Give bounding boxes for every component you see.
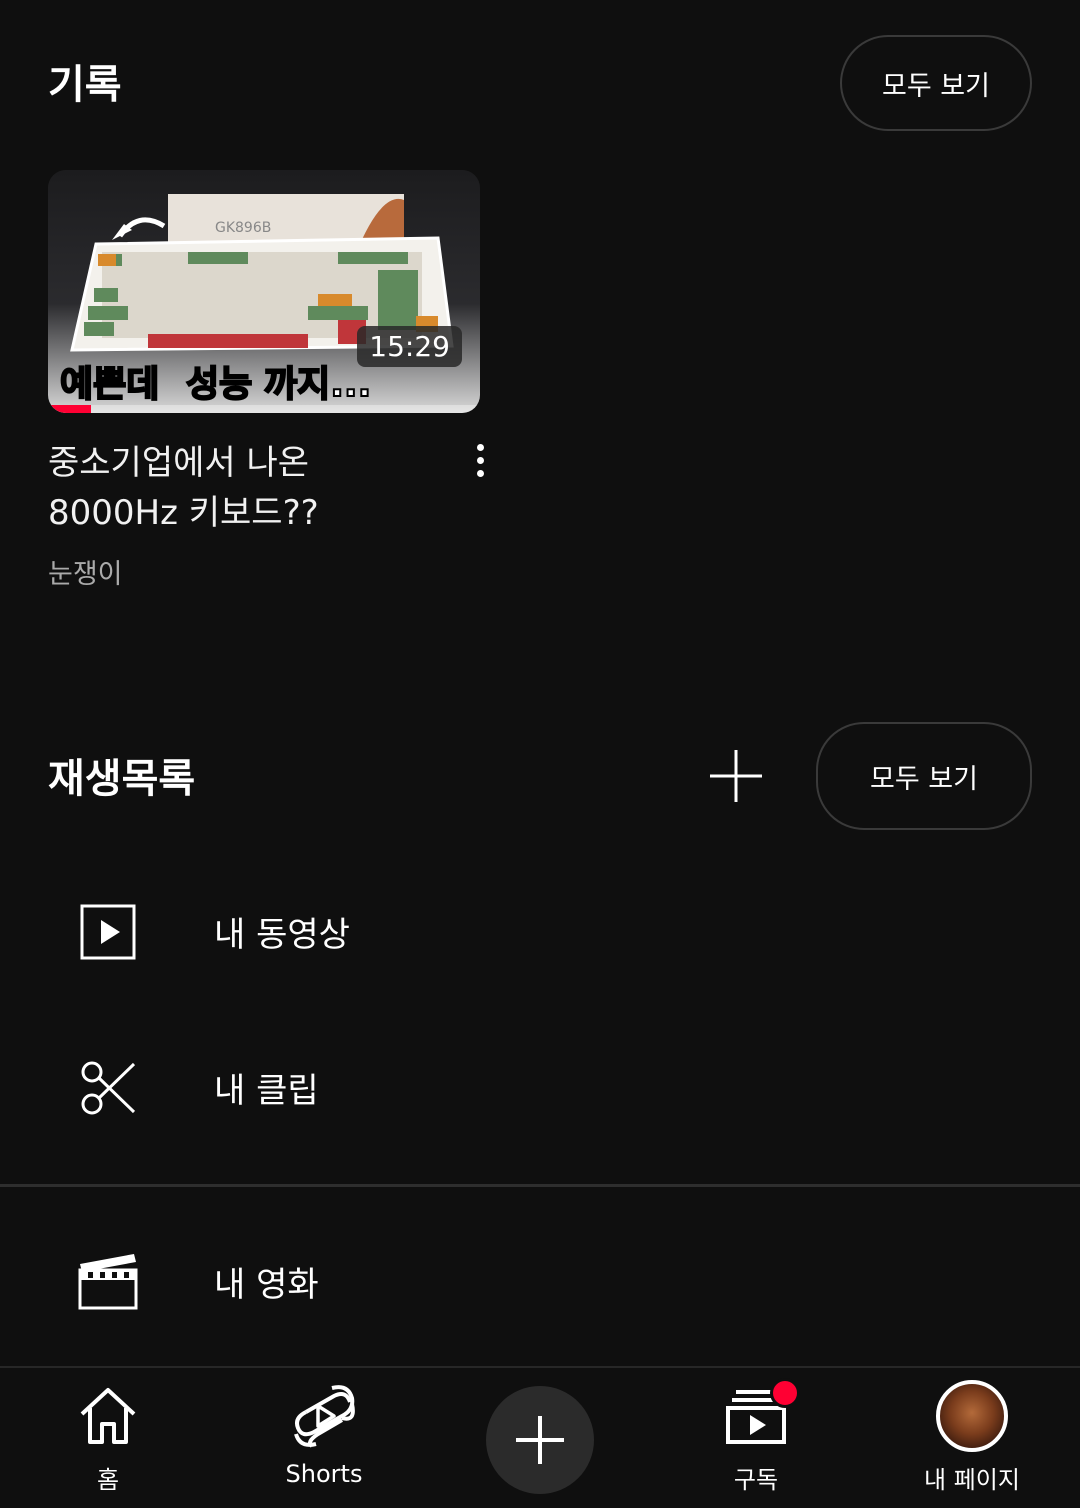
nav-subscriptions[interactable]: 구독 — [676, 1368, 836, 1508]
nav-subscriptions-label: 구독 — [733, 1466, 779, 1494]
notification-dot — [770, 1378, 800, 1408]
nav-shorts-label: Shorts — [285, 1460, 363, 1488]
nav-home-label: 홈 — [96, 1466, 120, 1494]
thumbnail-text-2: 성능 — [186, 364, 252, 405]
more-options-icon[interactable] — [464, 444, 496, 484]
nav-home[interactable]: 홈 — [28, 1368, 188, 1508]
clapperboard-icon — [78, 1252, 138, 1312]
shorts-icon — [290, 1382, 358, 1450]
playlist-item-my-clips[interactable]: 내 클립 — [0, 1032, 1080, 1142]
watch-progress-fill — [48, 405, 92, 413]
nav-my-page-label: 내 페이지 — [924, 1466, 1020, 1494]
history-title: 기록 — [48, 62, 122, 108]
playlist-item-my-movies[interactable]: 내 영화 — [0, 1226, 1080, 1336]
playlists-view-all-button[interactable]: 모두 보기 — [816, 722, 1032, 830]
play-box-icon — [78, 902, 138, 962]
scissors-icon — [78, 1058, 138, 1118]
playlist-item-label: 내 클립 — [214, 1070, 319, 1111]
video-duration: 15:29 — [357, 326, 462, 367]
playlist-item-label: 내 영화 — [214, 1264, 319, 1305]
plus-icon — [516, 1416, 564, 1464]
history-view-all-button[interactable]: 모두 보기 — [840, 35, 1032, 131]
watch-progress-bar — [48, 405, 480, 413]
bottom-navigation: 홈 Shorts 구독 내 페이지 — [0, 1366, 1080, 1508]
avatar[interactable] — [936, 1380, 1008, 1452]
playlist-item-label: 내 동영상 — [214, 914, 350, 955]
home-icon — [74, 1382, 142, 1450]
thumbnail-brand-text: GK896B — [215, 220, 271, 236]
channel-name: 눈쟁이 — [48, 559, 123, 590]
video-thumbnail[interactable]: GK896B 예쁜데 성능 까지... 15:29 — [48, 170, 480, 413]
library-page: 기록 모두 보기 GK896B 예쁜데 성능 까지... 15:29 중소기업에… — [0, 0, 1080, 1508]
thumbnail-image: GK896B 예쁜데 성능 까지... — [48, 170, 480, 413]
thumbnail-text-1: 예쁜데 — [60, 364, 159, 405]
video-title[interactable]: 중소기업에서 나온 8000Hz 키보드?? — [48, 438, 448, 538]
nav-shorts[interactable]: Shorts — [244, 1368, 404, 1508]
add-playlist-icon[interactable] — [706, 746, 766, 806]
divider — [0, 1184, 1080, 1187]
playlist-item-my-videos[interactable]: 내 동영상 — [0, 876, 1080, 986]
thumbnail-text-3: 까지... — [264, 364, 371, 405]
create-button[interactable] — [486, 1386, 594, 1494]
playlists-title: 재생목록 — [48, 756, 196, 802]
